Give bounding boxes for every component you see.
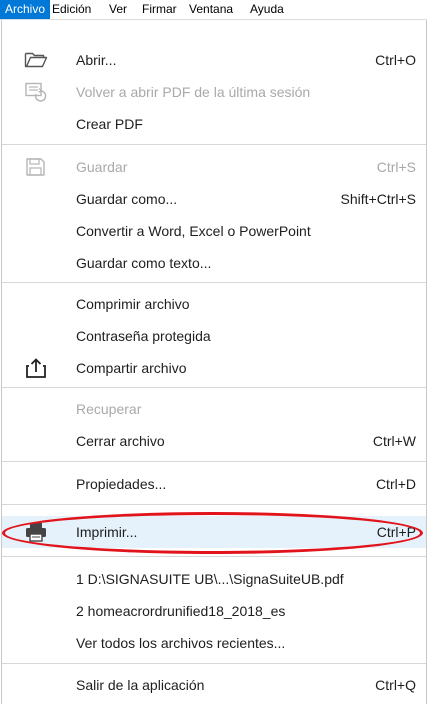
save-as-shortcut: Shift+Ctrl+S (340, 191, 416, 207)
menu-edicion[interactable]: Edición (47, 0, 96, 19)
menu-archivo[interactable]: Archivo (0, 0, 51, 19)
password-label: Contraseña protegida (76, 328, 211, 344)
compress-label: Comprimir archivo (76, 296, 190, 312)
menu-item-save[interactable]: Guardar Ctrl+S (2, 151, 426, 183)
menu-item-properties[interactable]: Propiedades... Ctrl+D (2, 468, 426, 500)
create-pdf-label: Crear PDF (76, 116, 143, 132)
separator (2, 461, 426, 462)
open-shortcut: Ctrl+O (375, 52, 416, 68)
save-shortcut: Ctrl+S (376, 159, 416, 175)
printer-icon (24, 522, 48, 542)
reopen-icon (24, 82, 48, 102)
menu-item-compress[interactable]: Comprimir archivo (2, 288, 426, 320)
menu-ver[interactable]: Ver (104, 0, 132, 19)
close-shortcut: Ctrl+W (372, 433, 416, 449)
menu-item-recent-all[interactable]: Ver todos los archivos recientes... (2, 627, 426, 659)
save-as-label: Guardar como... (76, 191, 178, 207)
menu-item-convert[interactable]: Convertir a Word, Excel o PowerPoint (2, 215, 426, 247)
menu-firmar[interactable]: Firmar (137, 0, 182, 19)
save-icon (24, 157, 48, 177)
save-text-label: Guardar como texto... (76, 255, 212, 271)
convert-label: Convertir a Word, Excel o PowerPoint (76, 223, 311, 239)
menu-item-create-pdf[interactable]: Crear PDF (2, 108, 426, 140)
share-label: Compartir archivo (76, 360, 187, 376)
menu-ayuda[interactable]: Ayuda (245, 0, 289, 19)
share-icon (24, 358, 48, 378)
menu-bar: Archivo Edición Ver Firmar Ventana Ayuda (0, 0, 427, 20)
archivo-dropdown-menu: Abrir... Ctrl+O Volver a abrir PDF de la… (1, 20, 427, 704)
properties-label: Propiedades... (76, 476, 167, 492)
separator (2, 144, 426, 145)
exit-shortcut: Ctrl+Q (375, 677, 416, 693)
menu-item-recover[interactable]: Recuperar (2, 393, 426, 425)
properties-shortcut: Ctrl+D (375, 476, 416, 492)
menu-item-close[interactable]: Cerrar archivo Ctrl+W (2, 425, 426, 457)
save-label: Guardar (76, 159, 128, 175)
separator (2, 387, 426, 388)
open-label: Abrir... (76, 52, 117, 68)
print-label: Imprimir... (76, 524, 138, 540)
reopen-label: Volver a abrir PDF de la última sesión (76, 84, 311, 100)
menu-item-exit[interactable]: Salir de la aplicación Ctrl+Q (2, 669, 426, 701)
folder-open-icon (24, 50, 48, 70)
separator (2, 504, 426, 505)
recent-1-label: 1 D:\SIGNASUITE UB\...\SignaSuiteUB.pdf (76, 571, 344, 587)
menu-item-recent-1[interactable]: 1 D:\SIGNASUITE UB\...\SignaSuiteUB.pdf (2, 563, 426, 595)
menu-item-save-text[interactable]: Guardar como texto... (2, 247, 426, 279)
recent-2-label: 2 homeacrordrunified18_2018_es (76, 603, 286, 619)
menu-item-recent-2[interactable]: 2 homeacrordrunified18_2018_es (2, 595, 426, 627)
print-shortcut: Ctrl+P (376, 524, 416, 540)
separator (2, 556, 426, 557)
menu-ventana[interactable]: Ventana (184, 0, 238, 19)
separator (2, 282, 426, 283)
recover-label: Recuperar (76, 401, 142, 417)
recent-all-label: Ver todos los archivos recientes... (76, 635, 286, 651)
menu-item-print[interactable]: Imprimir... Ctrl+P (2, 516, 426, 548)
menu-item-reopen[interactable]: Volver a abrir PDF de la última sesión (2, 76, 426, 108)
menu-item-password[interactable]: Contraseña protegida (2, 320, 426, 352)
exit-label: Salir de la aplicación (76, 677, 205, 693)
menu-item-save-as[interactable]: Guardar como... Shift+Ctrl+S (2, 183, 426, 215)
menu-item-open[interactable]: Abrir... Ctrl+O (2, 44, 426, 76)
separator (2, 663, 426, 664)
menu-item-share[interactable]: Compartir archivo (2, 352, 426, 384)
close-label: Cerrar archivo (76, 433, 165, 449)
